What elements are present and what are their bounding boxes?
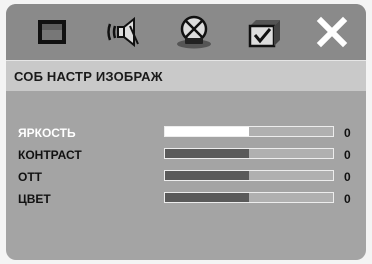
setting-row-color[interactable]: ЦВЕТ 0 bbox=[6, 190, 366, 208]
menu-title: СОБ НАСТР ИЗОБРАЖ bbox=[14, 69, 163, 84]
setting-row-brightness[interactable]: ЯРКОСТЬ 0 bbox=[6, 124, 366, 142]
setting-label: КОНТРАСТ bbox=[18, 148, 82, 162]
setting-slider[interactable] bbox=[164, 170, 334, 181]
setting-slider[interactable] bbox=[164, 126, 334, 137]
slider-fill bbox=[165, 193, 249, 202]
slider-fill bbox=[165, 149, 249, 158]
setting-value: 0 bbox=[344, 148, 351, 162]
setting-label: ЦВЕТ bbox=[18, 192, 51, 206]
screen-icon[interactable] bbox=[32, 14, 72, 50]
video-disc-icon[interactable] bbox=[174, 14, 214, 50]
setting-value: 0 bbox=[344, 192, 351, 206]
setting-value: 0 bbox=[344, 126, 351, 140]
slider-fill bbox=[165, 171, 249, 180]
preferences-check-icon[interactable] bbox=[244, 14, 284, 50]
menu-toolbar bbox=[6, 4, 366, 60]
setting-row-tint[interactable]: ОТТ 0 bbox=[6, 168, 366, 186]
setting-value: 0 bbox=[344, 170, 351, 184]
setting-label: ЯРКОСТЬ bbox=[18, 126, 76, 140]
menu-title-bar: СОБ НАСТР ИЗОБРАЖ bbox=[6, 60, 366, 91]
close-icon[interactable] bbox=[312, 14, 352, 50]
setting-slider[interactable] bbox=[164, 192, 334, 203]
setting-label: ОТТ bbox=[18, 170, 42, 184]
settings-screen: СОБ НАСТР ИЗОБРАЖ ЯРКОСТЬ 0 КОНТРАСТ 0 О… bbox=[6, 4, 366, 260]
audio-speaker-icon[interactable] bbox=[104, 14, 144, 50]
setting-slider[interactable] bbox=[164, 148, 334, 159]
slider-fill bbox=[165, 127, 249, 136]
setting-row-contrast[interactable]: КОНТРАСТ 0 bbox=[6, 146, 366, 164]
